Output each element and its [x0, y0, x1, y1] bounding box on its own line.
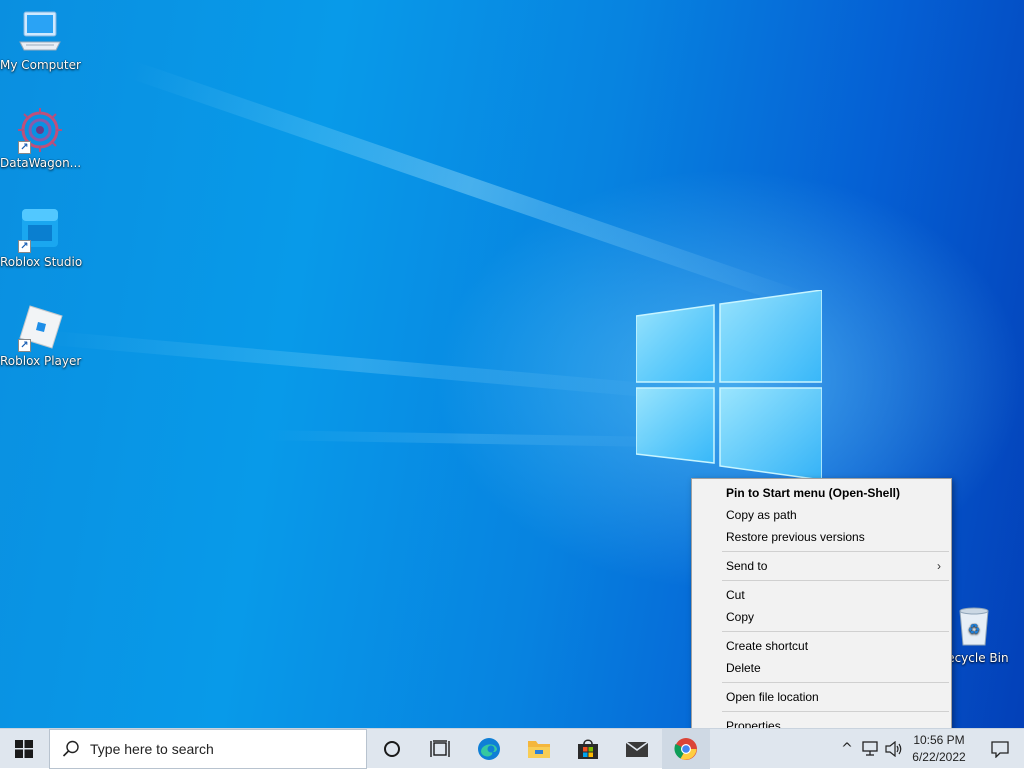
file-explorer-button[interactable]: [515, 729, 563, 769]
menu-item-label: Create shortcut: [726, 639, 809, 653]
clock-time: 10:56 PM: [913, 733, 965, 747]
menu-separator: [722, 682, 949, 683]
desktop-icon-datawagon[interactable]: ↗ DataWagon...: [0, 106, 82, 170]
menu-item-create-shortcut[interactable]: Create shortcut: [692, 635, 951, 657]
desktop-icon-my-computer[interactable]: My Computer: [0, 8, 81, 72]
cortana-icon: [384, 741, 400, 757]
volume-icon: [885, 741, 902, 757]
menu-item-delete[interactable]: Delete: [692, 657, 951, 679]
chevron-right-icon: ›: [937, 559, 941, 573]
menu-separator: [722, 711, 949, 712]
wallpaper-beam: [259, 430, 681, 448]
menu-item-copy[interactable]: Copy: [692, 606, 951, 628]
menu-item-label: Send to: [726, 559, 768, 573]
menu-separator: [722, 631, 949, 632]
show-hidden-icons-button[interactable]: ^: [836, 729, 858, 769]
recycle-bin-icon: ♻: [950, 601, 998, 649]
menu-item-label: Cut: [726, 588, 745, 602]
file-explorer-icon: [528, 741, 550, 758]
edge-button[interactable]: [465, 729, 513, 769]
chrome-button[interactable]: [662, 729, 710, 769]
start-button[interactable]: [0, 729, 48, 769]
search-icon: [62, 740, 79, 757]
store-button[interactable]: [564, 729, 612, 769]
desktop-icon-roblox-player[interactable]: ↗ Roblox Player: [0, 304, 82, 368]
taskbar: Type here to search ^ 10:56 PM 6/22/2022: [0, 728, 1024, 769]
menu-item-restore-previous-versions[interactable]: Restore previous versions: [692, 526, 951, 548]
menu-item-label: Copy as path: [726, 508, 797, 522]
wallpaper-beam: [127, 60, 814, 312]
mail-icon: [625, 741, 649, 757]
task-view-button[interactable]: [416, 729, 464, 769]
menu-item-cut[interactable]: Cut: [692, 584, 951, 606]
menu-separator: [722, 580, 949, 581]
mail-button[interactable]: [613, 729, 661, 769]
menu-item-label: Copy: [726, 610, 755, 624]
windows-wallpaper-logo: [636, 290, 822, 480]
task-view-icon: [430, 740, 450, 757]
menu-item-label: Properties: [726, 719, 781, 728]
desktop-icon-roblox-studio[interactable]: ↗ Roblox Studio: [0, 205, 83, 269]
volume-button[interactable]: [882, 729, 906, 769]
store-icon: [578, 739, 598, 759]
chevron-up-icon: ^: [841, 741, 853, 757]
cortana-button[interactable]: [368, 729, 416, 769]
menu-item-properties[interactable]: Properties: [692, 715, 951, 728]
menu-item-label: Open file location: [726, 690, 819, 704]
action-center-button[interactable]: [976, 729, 1024, 769]
chrome-icon: [674, 738, 697, 760]
roblox-player-icon: ↗: [16, 304, 64, 352]
network-button[interactable]: [858, 729, 882, 769]
wallpaper-beam: [39, 330, 679, 400]
desktop-icon-label: Roblox Studio: [0, 255, 83, 269]
roblox-studio-icon: ↗: [16, 205, 64, 253]
edge-icon: [478, 738, 500, 760]
search-placeholder: Type here to search: [90, 741, 214, 757]
menu-item-label: Restore previous versions: [726, 530, 865, 544]
windows-start-icon: [15, 740, 33, 758]
computer-icon: [16, 8, 64, 56]
datawagon-icon: ↗: [16, 106, 64, 154]
desktop-icon-label: Roblox Player: [0, 354, 82, 368]
menu-item-send-to[interactable]: Send to ›: [692, 555, 951, 577]
shortcut-arrow-icon: ↗: [18, 339, 31, 352]
svg-text:♻: ♻: [968, 622, 981, 638]
clock[interactable]: 10:56 PM 6/22/2022: [904, 729, 974, 769]
menu-item-label: Delete: [726, 661, 761, 675]
shortcut-arrow-icon: ↗: [18, 141, 31, 154]
menu-item-open-file-location[interactable]: Open file location: [692, 686, 951, 708]
desktop-icon-label: My Computer: [0, 58, 81, 72]
menu-item-pin-to-start[interactable]: Pin to Start menu (Open-Shell): [692, 482, 951, 504]
clock-date: 6/22/2022: [912, 750, 966, 764]
desktop[interactable]: My Computer ↗ DataWagon... ↗ Roblox Stud…: [0, 0, 1024, 728]
menu-item-copy-as-path[interactable]: Copy as path: [692, 504, 951, 526]
network-icon: [862, 741, 878, 756]
desktop-icon-label: DataWagon...: [0, 156, 82, 170]
context-menu: Pin to Start menu (Open-Shell) Copy as p…: [691, 478, 952, 728]
search-box[interactable]: Type here to search: [49, 729, 367, 769]
menu-item-label: Pin to Start menu (Open-Shell): [726, 486, 901, 500]
menu-separator: [722, 551, 949, 552]
notification-icon: [991, 741, 1009, 758]
shortcut-arrow-icon: ↗: [18, 240, 31, 253]
